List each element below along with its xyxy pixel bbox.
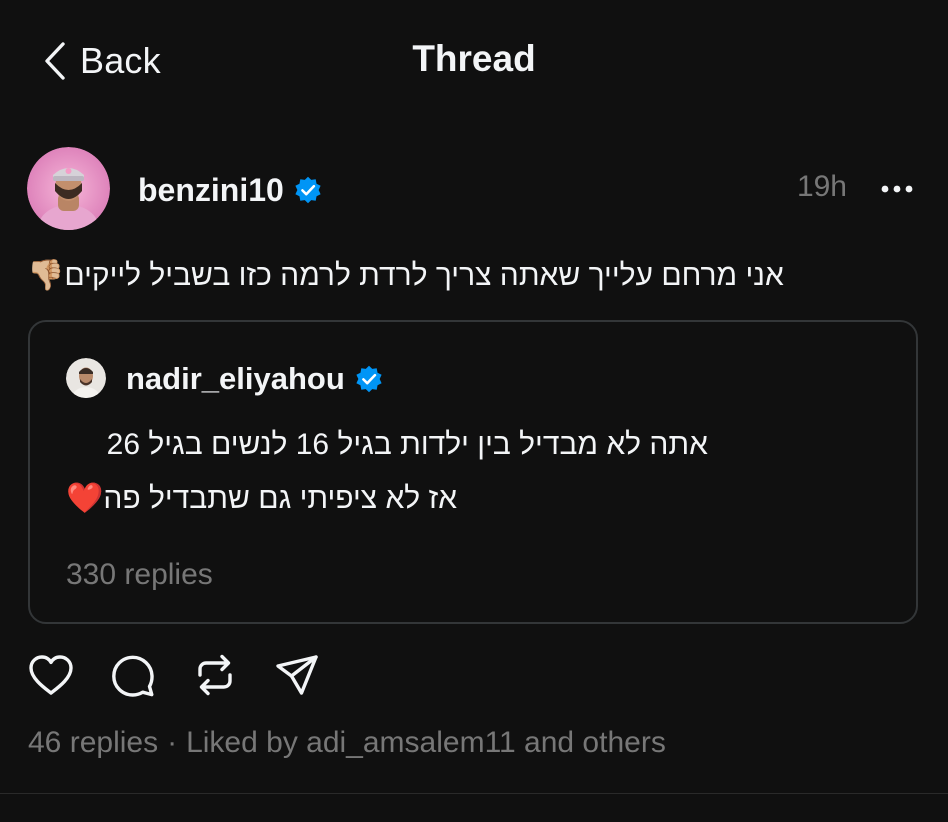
verified-badge-icon — [295, 176, 321, 204]
avatar-image — [27, 147, 110, 230]
quoted-replies-count[interactable]: 330 replies — [66, 558, 213, 592]
more-options-button[interactable] — [880, 176, 914, 202]
quoted-text: אתה לא מבדיל בין ילדות בגיל 16 לנשים בגי… — [66, 418, 708, 526]
chevron-left-icon — [45, 42, 65, 80]
top-bar: Back Thread — [0, 0, 948, 122]
back-button[interactable]: Back — [44, 38, 161, 84]
quoted-post-card[interactable]: nadir_eliyahou אתה לא מבדיל בין ילדות בג… — [28, 320, 918, 624]
repost-icon — [198, 654, 232, 696]
author-name[interactable]: benzini10 — [138, 172, 284, 209]
timestamp: 19h — [796, 170, 847, 203]
reply-button[interactable] — [108, 650, 158, 700]
replies-count[interactable]: 46 replies — [28, 726, 158, 760]
liked-by-text[interactable]: Liked by adi_amsalem11 and others — [186, 726, 666, 760]
back-label: Back — [80, 40, 161, 81]
like-button[interactable] — [26, 650, 76, 700]
action-bar — [26, 650, 354, 700]
share-icon — [276, 655, 318, 695]
quoted-avatar-image — [66, 358, 106, 398]
verified-badge-icon — [356, 365, 382, 393]
comment-icon — [112, 655, 154, 697]
quoted-avatar — [66, 358, 106, 398]
post-text: אני מרחם עלייך שאתה צריך לרדת לרמה כזו ב… — [27, 259, 784, 292]
quoted-text-line: אז לא ציפיתי גם שתבדיל פה❤️ — [66, 482, 458, 515]
avatar[interactable] — [27, 147, 110, 230]
quoted-author-name[interactable]: nadir_eliyahou — [126, 361, 345, 397]
post-stats: 46 replies · Liked by adi_amsalem11 and … — [28, 726, 666, 760]
quoted-text-line: אתה לא מבדיל בין ילדות בגיל 16 לנשים בגי… — [106, 428, 708, 461]
heart-icon — [29, 655, 73, 695]
repost-button[interactable] — [190, 650, 240, 700]
author-row: benzini10 — [138, 168, 322, 212]
quoted-author-row: nadir_eliyahou — [126, 358, 383, 400]
divider — [0, 793, 948, 794]
stats-separator: · — [167, 726, 178, 759]
share-button[interactable] — [272, 650, 322, 700]
ellipsis-icon — [881, 185, 913, 193]
